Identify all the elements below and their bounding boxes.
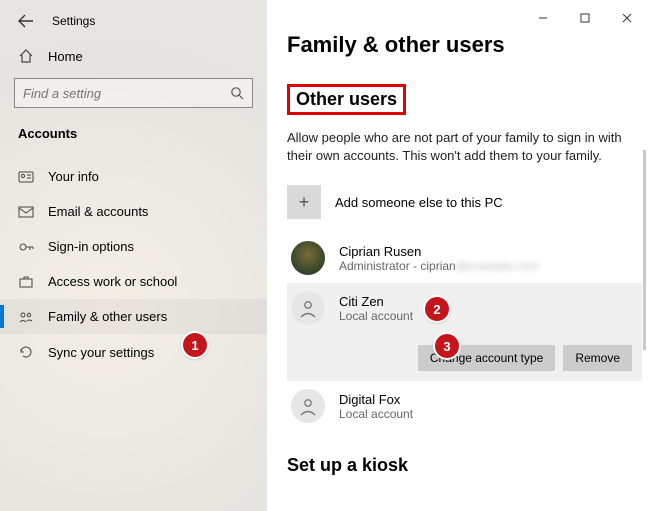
user-texts: Citi Zen Local account — [339, 294, 413, 323]
close-button[interactable] — [606, 6, 648, 30]
highlight-box: Other users — [287, 84, 406, 115]
user-subtitle: Administrator - ciprian@example.com — [339, 259, 539, 273]
search-box[interactable] — [14, 78, 253, 108]
settings-window: Settings Home Accounts Your info — [0, 0, 648, 511]
user-card-icon — [18, 170, 34, 184]
nav-list: Your info Email & accounts Sign-in optio… — [0, 159, 267, 370]
home-label: Home — [48, 49, 83, 64]
user-actions: Change account type Remove — [291, 345, 638, 371]
nav-email-accounts[interactable]: Email & accounts — [0, 194, 267, 229]
home-icon — [18, 48, 34, 64]
category-title: Accounts — [0, 122, 267, 159]
nav-sync-settings[interactable]: Sync your settings — [0, 334, 267, 370]
sidebar: Settings Home Accounts Your info — [0, 0, 267, 511]
search-container — [0, 74, 267, 122]
scrollbar[interactable] — [643, 150, 646, 350]
maximize-button[interactable] — [564, 6, 606, 30]
user-row[interactable]: Ciprian Rusen Administrator - ciprian@ex… — [287, 233, 642, 283]
nav-label: Family & other users — [48, 309, 167, 324]
plus-icon: + — [287, 185, 321, 219]
user-name: Digital Fox — [339, 392, 413, 407]
nav-label: Your info — [48, 169, 99, 184]
callout-3: 3 — [435, 334, 459, 358]
nav-family-other-users[interactable]: Family & other users — [0, 299, 267, 334]
window-controls — [522, 6, 648, 30]
nav-access-work-school[interactable]: Access work or school — [0, 264, 267, 299]
user-head: Citi Zen Local account — [291, 291, 638, 325]
search-input[interactable] — [23, 86, 211, 101]
avatar — [291, 291, 325, 325]
nav-your-info[interactable]: Your info — [0, 159, 267, 194]
briefcase-icon — [18, 275, 34, 289]
avatar — [291, 389, 325, 423]
user-subtitle: Local account — [339, 407, 413, 421]
user-row[interactable]: Digital Fox Local account — [287, 381, 642, 431]
avatar — [291, 241, 325, 275]
key-icon — [18, 240, 34, 254]
nav-label: Sync your settings — [48, 345, 154, 360]
mail-icon — [18, 206, 34, 218]
user-subtitle: Local account — [339, 309, 413, 323]
section-description: Allow people who are not part of your fa… — [287, 129, 642, 165]
nav-label: Email & accounts — [48, 204, 148, 219]
user-row-expanded[interactable]: Citi Zen Local account Change account ty… — [287, 283, 642, 381]
sync-icon — [18, 344, 34, 360]
people-icon — [18, 310, 34, 324]
app-title: Settings — [52, 14, 95, 28]
user-name: Ciprian Rusen — [339, 244, 539, 259]
titlebar-left: Settings — [0, 10, 267, 38]
section-title: Other users — [296, 89, 397, 110]
callout-2: 2 — [425, 297, 449, 321]
back-button[interactable] — [18, 14, 34, 28]
nav-label: Access work or school — [48, 274, 177, 289]
remove-user-button[interactable]: Remove — [563, 345, 632, 371]
user-texts: Ciprian Rusen Administrator - ciprian@ex… — [339, 244, 539, 273]
user-texts: Digital Fox Local account — [339, 392, 413, 421]
search-icon — [230, 86, 244, 100]
redacted-text: @example.com — [456, 259, 540, 273]
user-name: Citi Zen — [339, 294, 413, 309]
callout-1: 1 — [183, 333, 207, 357]
home-link[interactable]: Home — [0, 38, 267, 74]
add-user-button[interactable]: + Add someone else to this PC — [287, 179, 642, 233]
content-pane: Family & other users Other users Allow p… — [267, 0, 648, 511]
nav-signin-options[interactable]: Sign-in options — [0, 229, 267, 264]
page-title: Family & other users — [287, 32, 642, 58]
nav-label: Sign-in options — [48, 239, 134, 254]
kiosk-section-title: Set up a kiosk — [287, 455, 642, 476]
add-user-label: Add someone else to this PC — [335, 195, 503, 210]
minimize-button[interactable] — [522, 6, 564, 30]
